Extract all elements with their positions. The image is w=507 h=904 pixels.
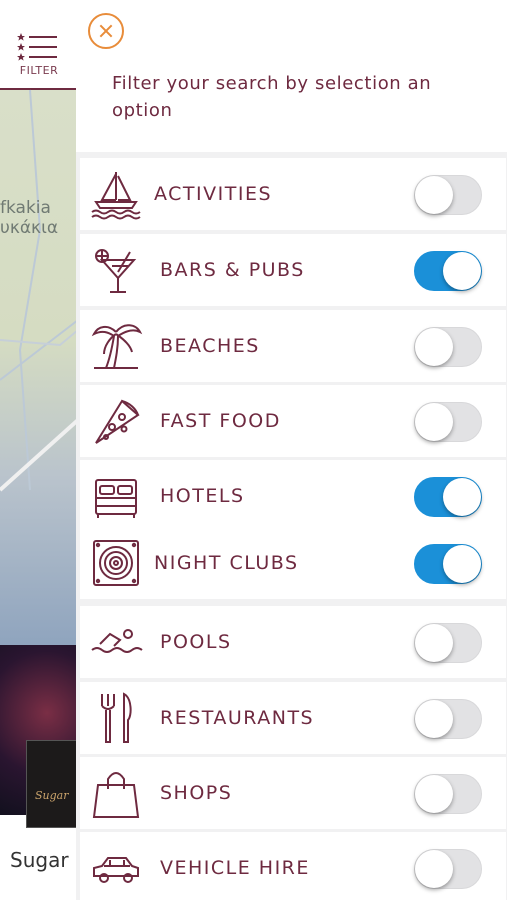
filter-row-hotels[interactable]: HOTELS bbox=[80, 460, 506, 532]
filter-label-night-clubs: NIGHT CLUBS bbox=[154, 552, 299, 574]
fork-knife-icon bbox=[101, 692, 132, 743]
shopping-bag-icon bbox=[92, 772, 140, 818]
toggle-restaurants[interactable] bbox=[414, 699, 482, 739]
swimmer-icon bbox=[91, 629, 143, 653]
cocktail-icon bbox=[95, 249, 137, 293]
filter-label-fast-food: FAST FOOD bbox=[160, 410, 281, 432]
map-label: fkakia bbox=[0, 198, 51, 218]
filter-label-activities: ACTIVITIES bbox=[154, 183, 273, 205]
filter-list-icon bbox=[17, 33, 57, 61]
bed-icon bbox=[95, 479, 137, 518]
toggle-knob bbox=[443, 252, 481, 290]
toggle-bars-pubs[interactable] bbox=[414, 251, 482, 291]
filter-panel: Filter your search by selection an optio… bbox=[76, 0, 507, 904]
close-icon[interactable] bbox=[88, 13, 124, 49]
toggle-pools[interactable] bbox=[414, 623, 482, 663]
filter-row-bars-pubs[interactable]: BARS & PUBS bbox=[80, 234, 506, 306]
speaker-icon bbox=[93, 540, 139, 586]
panel-header: Filter your search by selection an optio… bbox=[76, 0, 507, 152]
filter-label-shops: SHOPS bbox=[160, 782, 233, 804]
car-icon bbox=[93, 857, 139, 883]
map-roads bbox=[0, 89, 78, 492]
map-label: υκάκια bbox=[0, 218, 59, 238]
filter-label-beaches: BEACHES bbox=[160, 335, 260, 357]
filter-label-hotels: HOTELS bbox=[160, 485, 245, 507]
toggle-hotels[interactable] bbox=[414, 477, 482, 517]
toggle-beaches[interactable] bbox=[414, 327, 482, 367]
sailboat-icon bbox=[91, 172, 141, 220]
toggle-knob bbox=[443, 545, 481, 583]
pizza-slice-icon bbox=[95, 399, 140, 444]
toggle-fast-food[interactable] bbox=[414, 402, 482, 442]
filter-instruction: Filter your search by selection an optio… bbox=[112, 73, 432, 121]
filter-row-beaches[interactable]: BEACHES bbox=[80, 310, 506, 382]
filter-label-bars-pubs: BARS & PUBS bbox=[160, 259, 305, 281]
toggle-knob bbox=[443, 478, 481, 516]
toggle-knob bbox=[415, 403, 453, 441]
toggle-shops[interactable] bbox=[414, 774, 482, 814]
filter-row-vehicle-hire[interactable]: VEHICLE HIRE bbox=[80, 832, 506, 904]
filter-row-restaurants[interactable]: RESTAURANTS bbox=[80, 682, 506, 754]
listing-logo-text: Sugar bbox=[35, 789, 69, 802]
filter-label-vehicle-hire: VEHICLE HIRE bbox=[160, 857, 310, 879]
toggle-night-clubs[interactable] bbox=[414, 544, 482, 584]
toggle-knob bbox=[415, 850, 453, 888]
filter-row-fast-food[interactable]: FAST FOOD bbox=[80, 385, 506, 457]
filter-row-shops[interactable]: SHOPS bbox=[80, 757, 506, 829]
map[interactable]: fkakia υκάκια bbox=[0, 89, 78, 645]
filter-label-pools: POOLS bbox=[160, 631, 232, 653]
listing-title[interactable]: Sugar bbox=[10, 848, 69, 872]
palm-tree-icon bbox=[91, 324, 143, 369]
filter-row-pools[interactable]: POOLS bbox=[80, 606, 506, 678]
toggle-vehicle-hire[interactable] bbox=[414, 849, 482, 889]
toggle-knob bbox=[415, 176, 453, 214]
background-map-view: FILTER fkakia υκάκια Sugar Sugar bbox=[0, 0, 78, 900]
filter-row-activities[interactable]: ACTIVITIES bbox=[80, 158, 506, 230]
toggle-activities[interactable] bbox=[414, 175, 482, 215]
app-header: FILTER bbox=[0, 0, 78, 90]
filter-label-restaurants: RESTAURANTS bbox=[160, 707, 315, 729]
toggle-knob bbox=[415, 624, 453, 662]
toggle-knob bbox=[415, 328, 453, 366]
toggle-knob bbox=[415, 700, 453, 738]
toggle-knob bbox=[415, 775, 453, 813]
filter-label: FILTER bbox=[19, 64, 59, 77]
listing-logo: Sugar bbox=[26, 740, 78, 828]
filter-row-night-clubs[interactable]: NIGHT CLUBS bbox=[80, 527, 506, 599]
